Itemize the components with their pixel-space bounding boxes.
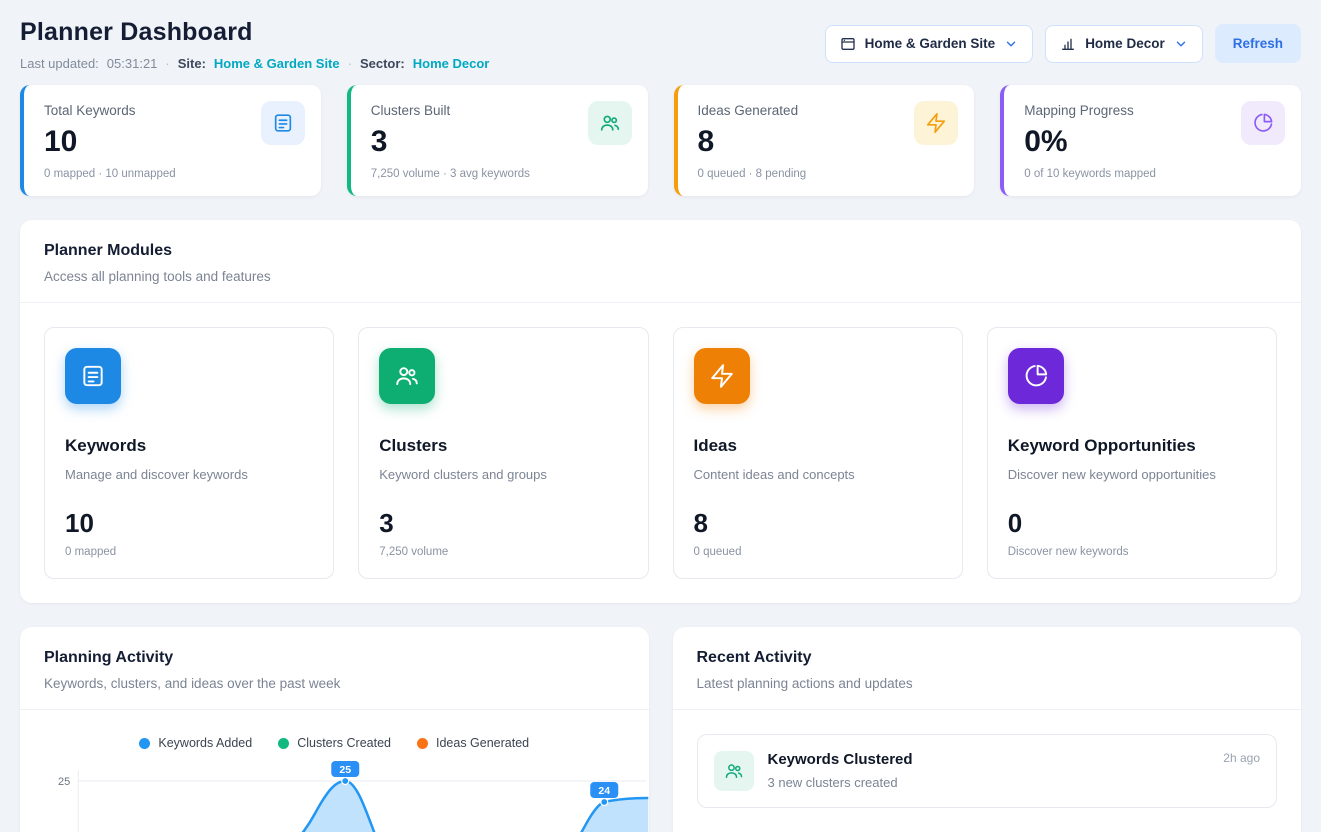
stat-card-clusters-built: Clusters Built 3 7,250 volume · 3 avg ke…: [347, 85, 648, 196]
point-label-second: 24: [598, 785, 610, 797]
module-title: Keyword Opportunities: [1008, 436, 1256, 456]
users-icon: [588, 101, 632, 145]
module-detail: 0 queued: [694, 546, 942, 558]
chart-legend: Keywords Added Clusters Created Ideas Ge…: [20, 736, 649, 750]
module-card-keywords[interactable]: Keywords Manage and discover keywords 10…: [44, 327, 334, 579]
stat-card-ideas-generated: Ideas Generated 8 0 queued · 8 pending: [674, 85, 975, 196]
recent-item-description: 3 new clusters created: [768, 775, 1210, 790]
bar-chart-icon: [1060, 36, 1076, 52]
sector-selector[interactable]: Home Decor: [1045, 25, 1203, 63]
refresh-button[interactable]: Refresh: [1215, 24, 1301, 63]
legend-dot-green: [278, 738, 289, 749]
module-card-keyword-opportunities[interactable]: Keyword Opportunities Discover new keywo…: [987, 327, 1277, 579]
module-card-clusters[interactable]: Clusters Keyword clusters and groups 3 7…: [358, 327, 648, 579]
recent-activity-list: Keywords Clustered 3 new clusters create…: [673, 710, 1302, 832]
pie-chart-icon: [1241, 101, 1285, 145]
legend-dot-orange: [417, 738, 428, 749]
recent-item-body: Keywords Clustered 3 new clusters create…: [768, 751, 1210, 791]
sector-link[interactable]: Home Decor: [413, 56, 490, 71]
modules-grid: Keywords Manage and discover keywords 10…: [20, 303, 1301, 603]
panel-subtitle: Keywords, clusters, and ideas over the p…: [44, 676, 625, 691]
legend-label: Ideas Generated: [436, 736, 529, 750]
planner-modules-header: Planner Modules Access all planning tool…: [20, 220, 1301, 303]
document-icon: [261, 101, 305, 145]
header-controls: Home & Garden Site Home Decor Refresh: [825, 24, 1301, 63]
module-description: Manage and discover keywords: [65, 467, 313, 482]
last-updated-value: 05:31:21: [107, 56, 158, 71]
module-detail: 7,250 volume: [379, 546, 627, 558]
stat-card-total-keywords: Total Keywords 10 0 mapped · 10 unmapped: [20, 85, 321, 196]
panel-subtitle: Latest planning actions and updates: [697, 676, 1278, 691]
recent-activity-item: Keywords Clustered 3 new clusters create…: [697, 734, 1278, 808]
legend-dot-blue: [139, 738, 150, 749]
panel-subtitle: Access all planning tools and features: [44, 269, 1277, 284]
data-point-24: [601, 799, 608, 806]
planner-dashboard-page: Planner Dashboard Last updated: 05:31:21…: [0, 0, 1321, 832]
site-label: Site:: [178, 56, 206, 71]
header-meta: Last updated: 05:31:21 · Site: Home & Ga…: [20, 56, 489, 71]
chevron-down-icon: [1004, 37, 1018, 51]
recent-activity-panel: Recent Activity Latest planning actions …: [673, 627, 1302, 832]
stat-detail: 7,250 volume · 3 avg keywords: [371, 168, 628, 180]
legend-item-ideas-generated[interactable]: Ideas Generated: [417, 736, 529, 750]
module-title: Ideas: [694, 436, 942, 456]
planner-modules-panel: Planner Modules Access all planning tool…: [20, 220, 1301, 603]
recent-item-timestamp: 2h ago: [1223, 751, 1260, 791]
stat-detail: 0 mapped · 10 unmapped: [44, 168, 301, 180]
lightning-icon: [914, 101, 958, 145]
pie-chart-icon: [1008, 348, 1064, 404]
planning-activity-header: Planning Activity Keywords, clusters, an…: [20, 627, 649, 710]
page-title: Planner Dashboard: [20, 18, 489, 47]
legend-item-clusters-created[interactable]: Clusters Created: [278, 736, 391, 750]
lightning-icon: [694, 348, 750, 404]
module-detail: 0 mapped: [65, 546, 313, 558]
sector-selector-label: Home Decor: [1085, 36, 1165, 51]
panel-title: Recent Activity: [697, 649, 1278, 667]
stats-row: Total Keywords 10 0 mapped · 10 unmapped…: [20, 85, 1301, 196]
module-card-ideas[interactable]: Ideas Content ideas and concepts 8 0 que…: [673, 327, 963, 579]
stat-detail: 0 queued · 8 pending: [698, 168, 955, 180]
users-icon: [379, 348, 435, 404]
last-updated-label: Last updated:: [20, 56, 99, 71]
module-value: 3: [379, 508, 627, 539]
stat-card-mapping-progress: Mapping Progress 0% 0 of 10 keywords map…: [1000, 85, 1301, 196]
module-description: Discover new keyword opportunities: [1008, 467, 1256, 482]
legend-item-keywords-added[interactable]: Keywords Added: [139, 736, 252, 750]
panel-title: Planner Modules: [44, 242, 1277, 260]
bottom-row: Planning Activity Keywords, clusters, an…: [20, 627, 1301, 832]
panel-title: Planning Activity: [44, 649, 625, 667]
recent-activity-header: Recent Activity Latest planning actions …: [673, 627, 1302, 710]
legend-label: Clusters Created: [297, 736, 391, 750]
data-point-25: [342, 778, 349, 785]
module-description: Content ideas and concepts: [694, 467, 942, 482]
recent-item-title: Keywords Clustered: [768, 751, 1210, 768]
module-value: 10: [65, 508, 313, 539]
area-chart-svg: 25 25 24: [20, 758, 649, 832]
meta-separator: ·: [348, 56, 352, 71]
document-icon: [65, 348, 121, 404]
planning-activity-panel: Planning Activity Keywords, clusters, an…: [20, 627, 649, 832]
module-title: Clusters: [379, 436, 627, 456]
site-link[interactable]: Home & Garden Site: [214, 56, 340, 71]
module-description: Keyword clusters and groups: [379, 467, 627, 482]
module-detail: Discover new keywords: [1008, 546, 1256, 558]
meta-separator: ·: [165, 56, 169, 71]
topbar: Planner Dashboard Last updated: 05:31:21…: [20, 18, 1301, 71]
module-title: Keywords: [65, 436, 313, 456]
site-icon: [840, 36, 856, 52]
point-label-first: 25: [339, 764, 351, 776]
module-value: 0: [1008, 508, 1256, 539]
y-axis-tick: 25: [58, 776, 70, 788]
chevron-down-icon: [1174, 37, 1188, 51]
module-value: 8: [694, 508, 942, 539]
legend-label: Keywords Added: [158, 736, 252, 750]
site-selector[interactable]: Home & Garden Site: [825, 25, 1034, 63]
planning-activity-chart: 25 25 24: [20, 758, 649, 832]
stat-detail: 0 of 10 keywords mapped: [1024, 168, 1281, 180]
sector-label: Sector:: [360, 56, 405, 71]
users-icon: [714, 751, 754, 791]
header-block: Planner Dashboard Last updated: 05:31:21…: [20, 18, 489, 71]
site-selector-label: Home & Garden Site: [865, 36, 996, 51]
